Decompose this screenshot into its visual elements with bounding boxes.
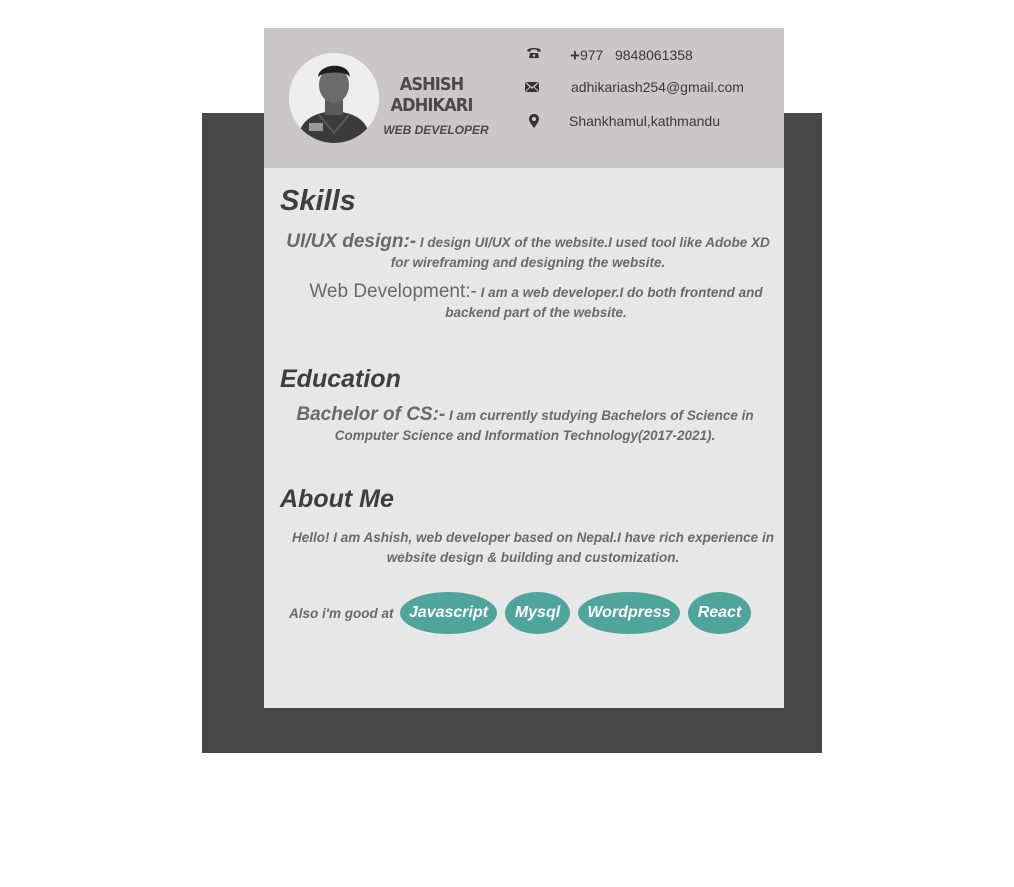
phone-icon <box>526 45 542 61</box>
skill-uiux-label: UI/UX design:- <box>286 231 417 252</box>
skills-heading: Skills <box>280 185 356 217</box>
name-block: ASHISH ADHIKARI <box>374 74 489 116</box>
map-pin-icon <box>526 113 542 129</box>
good-at-label: Also i'm good at <box>289 606 394 621</box>
phone-text[interactable]: +977 9848061358 <box>570 45 693 65</box>
phone-number: 9848061358 <box>614 47 693 63</box>
last-name: ADHIKARI <box>390 95 474 116</box>
skill-webdev-description: I am a web developer.I do both frontend … <box>445 285 763 320</box>
email-text[interactable]: adhikariash254@gmail.com <box>571 79 744 95</box>
education-bachelor-label: Bachelor of CS:- <box>296 404 446 425</box>
education-bachelor: Bachelor of CS:- I am currently studying… <box>289 405 761 446</box>
avatar <box>289 53 379 143</box>
first-name: ASHISH <box>399 74 465 95</box>
tag-react[interactable]: React <box>688 592 751 634</box>
skill-uiux-description: I design UI/UX of the website.I used too… <box>390 235 770 270</box>
envelope-icon <box>524 79 540 95</box>
profile-photo-icon <box>289 53 379 143</box>
resume-card: ASHISH ADHIKARI WEB DEVELOPER +977 98480… <box>264 28 784 708</box>
about-heading: About Me <box>280 485 394 513</box>
resume-header: ASHISH ADHIKARI WEB DEVELOPER +977 98480… <box>264 28 784 168</box>
skill-webdev: Web Development:- I am a web developer.I… <box>286 282 786 323</box>
about-text: Hello! I am Ashish, web developer based … <box>292 530 774 565</box>
phone-prefix: + <box>570 46 580 65</box>
tag-javascript[interactable]: Javascript <box>400 592 497 634</box>
job-title: WEB DEVELOPER <box>383 123 489 137</box>
tag-wordpress[interactable]: Wordpress <box>578 592 680 634</box>
skill-uiux: UI/UX design:- I design UI/UX of the web… <box>284 232 772 273</box>
location-text: Shankhamul,kathmandu <box>569 113 720 129</box>
tag-mysql[interactable]: Mysql <box>505 592 570 634</box>
phone-code: 977 <box>579 47 604 63</box>
education-heading: Education <box>280 365 401 393</box>
skill-webdev-label: Web Development:- <box>309 281 477 302</box>
